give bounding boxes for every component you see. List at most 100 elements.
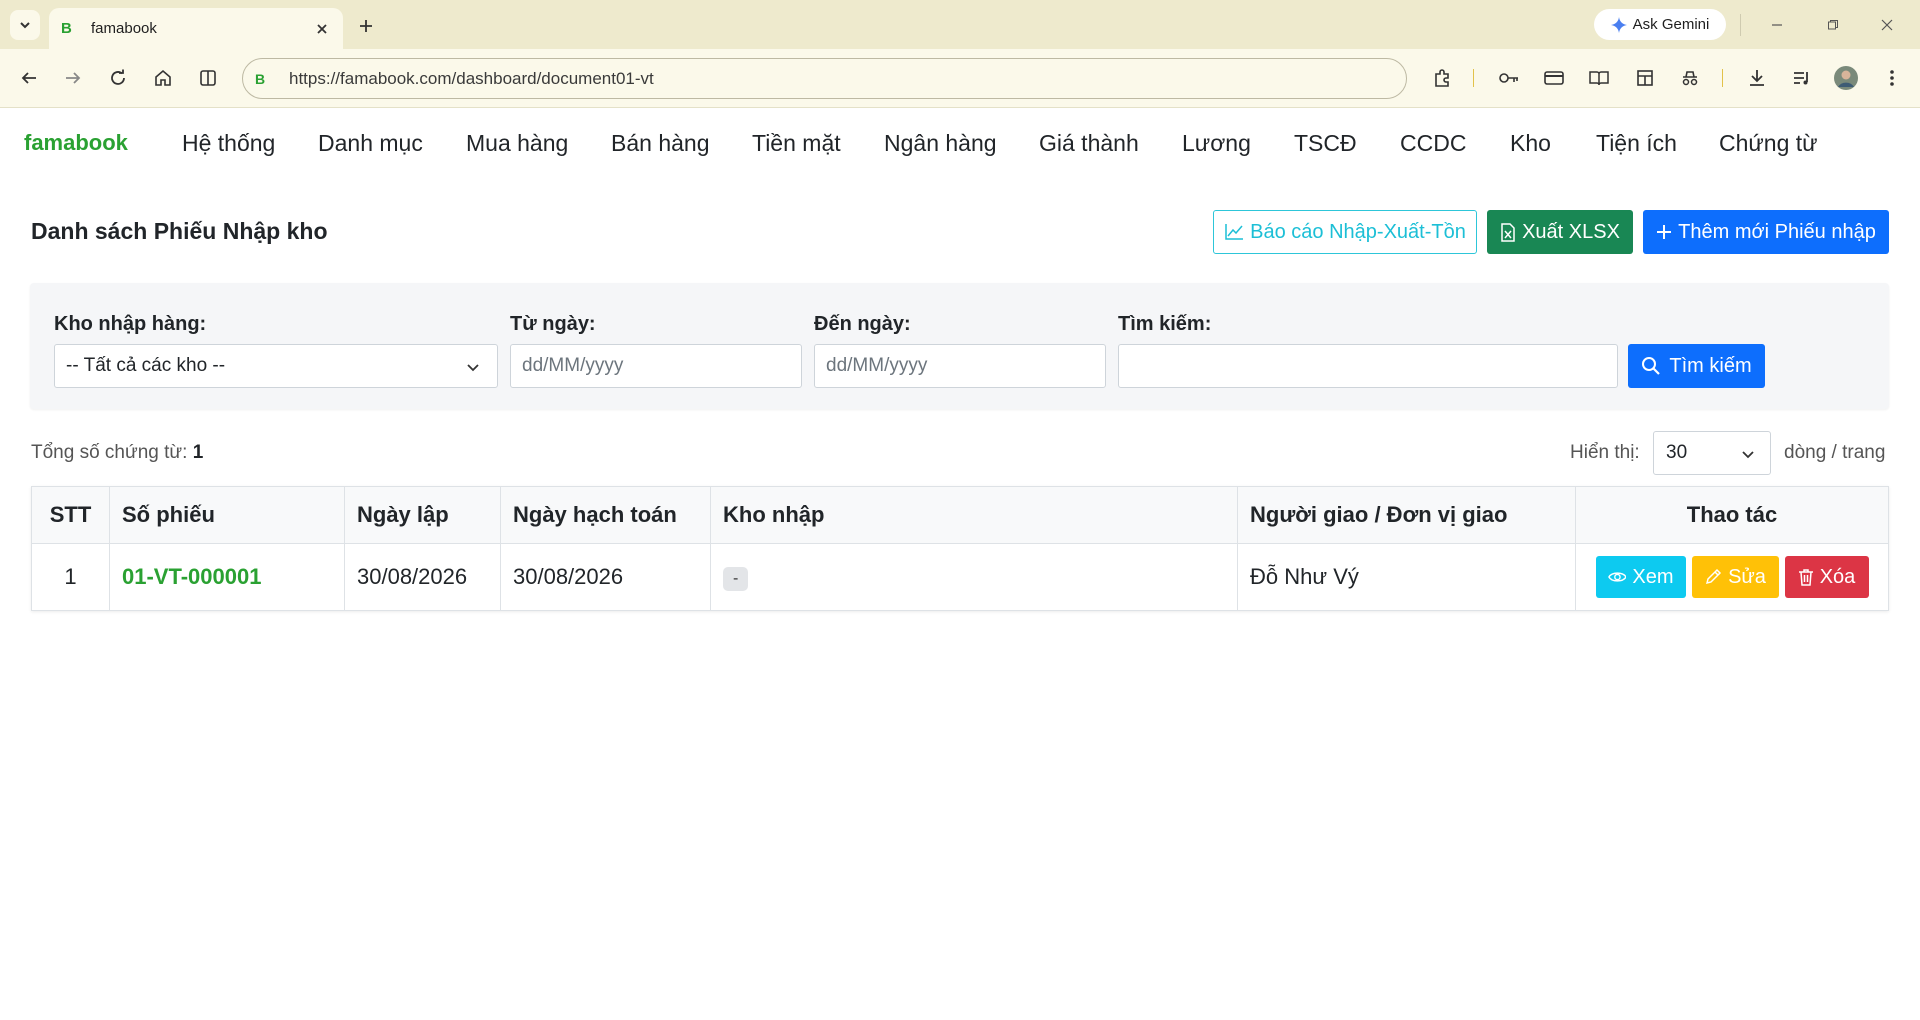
to-date-input[interactable]: dd/MM/yyyy — [814, 344, 1106, 388]
download-icon[interactable] — [1742, 63, 1772, 93]
menu-ccdc[interactable]: CCDC — [1400, 130, 1466, 157]
warehouse-label: Kho nhập hàng: — [54, 313, 207, 335]
report-button-label: Báo cáo Nhập-Xuất-Tồn — [1250, 220, 1466, 243]
browser-tab[interactable]: B famabook — [49, 8, 343, 49]
menu-chung-tu[interactable]: Chứng từ — [1719, 130, 1818, 157]
total-label: Tổng số chứng từ: — [31, 442, 188, 463]
restore-icon[interactable] — [1820, 12, 1846, 38]
header-thao-tac: Thao tác — [1575, 486, 1889, 544]
home-icon — [155, 69, 171, 86]
total-count: Tổng số chứng từ: 1 — [31, 442, 203, 464]
menu-he-thong[interactable]: Hệ thống — [182, 130, 275, 157]
reload-button[interactable] — [103, 63, 133, 93]
new-tab-button[interactable] — [352, 12, 380, 40]
cell-ngay-lap: 30/08/2026 — [344, 543, 501, 611]
menu-danh-muc[interactable]: Danh mục — [318, 130, 423, 157]
url-text: https://famabook.com/dashboard/document0… — [289, 68, 654, 88]
payment-card-icon[interactable] — [1539, 63, 1569, 93]
menu-mua-hang[interactable]: Mua hàng — [466, 130, 568, 157]
favicon-icon: B — [61, 20, 72, 37]
export-xlsx-label: Xuất XLSX — [1522, 220, 1620, 243]
add-receipt-button[interactable]: Thêm mới Phiếu nhập — [1643, 210, 1889, 254]
delete-button[interactable]: Xóa — [1784, 556, 1869, 598]
warehouse-badge: - — [723, 567, 749, 591]
search-button[interactable]: Tìm kiếm — [1628, 344, 1765, 388]
page-size-select[interactable]: 30 — [1653, 431, 1771, 475]
chevron-down-icon — [467, 364, 479, 372]
receipt-number-link[interactable]: 01-VT-000001 — [122, 564, 261, 589]
menu-luong[interactable]: Lương — [1182, 130, 1251, 157]
forward-button[interactable] — [58, 63, 88, 93]
chevron-down-icon — [1742, 451, 1754, 459]
view-button[interactable]: Xem — [1595, 556, 1686, 598]
brand-logo[interactable]: famabook — [24, 130, 128, 156]
view-button-label: Xem — [1632, 565, 1674, 588]
home-button[interactable] — [148, 63, 178, 93]
filter-panel: Kho nhập hàng: -- Tất cả các kho -- Từ n… — [30, 283, 1889, 409]
page-size-value: 30 — [1666, 442, 1688, 463]
search-input[interactable] — [1118, 344, 1618, 388]
gemini-icon — [1610, 16, 1627, 33]
reading-mode-icon[interactable] — [1584, 63, 1614, 93]
line-chart-icon — [1225, 224, 1244, 240]
header-ngay-lap[interactable]: Ngày lập — [344, 486, 501, 544]
ask-gemini-label: Ask Gemini — [1632, 16, 1710, 33]
menu-ngan-hang[interactable]: Ngân hàng — [884, 130, 997, 157]
media-queue-icon[interactable] — [1787, 63, 1817, 93]
menu-tien-ich[interactable]: Tiện ích — [1596, 130, 1677, 157]
cell-so-phieu: 01-VT-000001 — [109, 543, 345, 611]
divider — [1473, 69, 1474, 87]
table-icon[interactable] — [1630, 63, 1660, 93]
divider — [1740, 14, 1741, 36]
incognito-icon[interactable] — [1675, 63, 1705, 93]
cell-kho-nhap: - — [710, 543, 1238, 611]
search-button-label: Tìm kiếm — [1669, 354, 1752, 377]
edit-button[interactable]: Sửa — [1691, 556, 1779, 598]
delete-button-label: Xóa — [1819, 565, 1856, 588]
close-window-icon[interactable] — [1874, 12, 1900, 38]
site-info-icon[interactable]: B — [255, 71, 275, 87]
browser-tabbar: B famabook Ask Gemini — [0, 0, 1920, 49]
pencil-icon — [1706, 568, 1722, 585]
header-so-phieu[interactable]: Số phiếu — [109, 486, 345, 544]
header-stt[interactable]: STT — [31, 486, 110, 544]
address-bar[interactable]: B https://famabook.com/dashboard/documen… — [242, 58, 1407, 99]
split-view-button[interactable] — [193, 63, 223, 93]
report-button[interactable]: Báo cáo Nhập-Xuất-Tồn — [1213, 210, 1477, 254]
page-title: Danh sách Phiếu Nhập kho — [31, 218, 328, 244]
profile-avatar-icon[interactable] — [1831, 63, 1861, 93]
close-tab-icon[interactable] — [313, 20, 331, 38]
browser-menu-icon[interactable] — [1877, 63, 1907, 93]
cell-ngay-hach-toan: 30/08/2026 — [500, 543, 711, 611]
per-page-label: dòng / trang — [1784, 442, 1886, 463]
chevron-down-icon — [20, 22, 30, 29]
tab-list-button[interactable] — [10, 10, 40, 40]
menu-kho[interactable]: Kho — [1510, 130, 1551, 157]
arrow-right-icon — [66, 72, 81, 84]
password-key-icon[interactable] — [1494, 63, 1524, 93]
header-nguoi-giao[interactable]: Người giao / Đơn vị giao — [1237, 486, 1576, 544]
menu-tscd[interactable]: TSCĐ — [1294, 130, 1357, 157]
menu-gia-thanh[interactable]: Giá thành — [1039, 130, 1139, 157]
menu-tien-mat[interactable]: Tiền mặt — [752, 130, 841, 157]
menu-ban-hang[interactable]: Bán hàng — [611, 130, 709, 157]
header-kho-nhap[interactable]: Kho nhập — [710, 486, 1238, 544]
from-date-input[interactable]: dd/MM/yyyy — [510, 344, 802, 388]
cell-stt: 1 — [31, 543, 110, 611]
warehouse-select-value: -- Tất cả các kho -- — [66, 355, 226, 376]
edit-button-label: Sửa — [1728, 565, 1766, 588]
plus-icon — [360, 20, 372, 32]
header-ngay-hach-toan[interactable]: Ngày hạch toán — [500, 486, 711, 544]
extensions-icon[interactable] — [1427, 63, 1457, 93]
back-button[interactable] — [14, 63, 44, 93]
warehouse-select[interactable]: -- Tất cả các kho -- — [54, 344, 498, 388]
arrow-left-icon — [21, 72, 36, 84]
trash-icon — [1798, 569, 1813, 586]
search-label: Tìm kiếm: — [1118, 313, 1212, 335]
ask-gemini-button[interactable]: Ask Gemini — [1594, 9, 1726, 40]
export-xlsx-button[interactable]: Xuất XLSX — [1487, 210, 1633, 254]
page-size-label: Hiển thị: — [1570, 442, 1640, 463]
browser-toolbar: B https://famabook.com/dashboard/documen… — [0, 49, 1920, 108]
cell-actions: Xem Sửa Xóa — [1575, 543, 1889, 611]
minimize-icon[interactable] — [1764, 12, 1790, 38]
